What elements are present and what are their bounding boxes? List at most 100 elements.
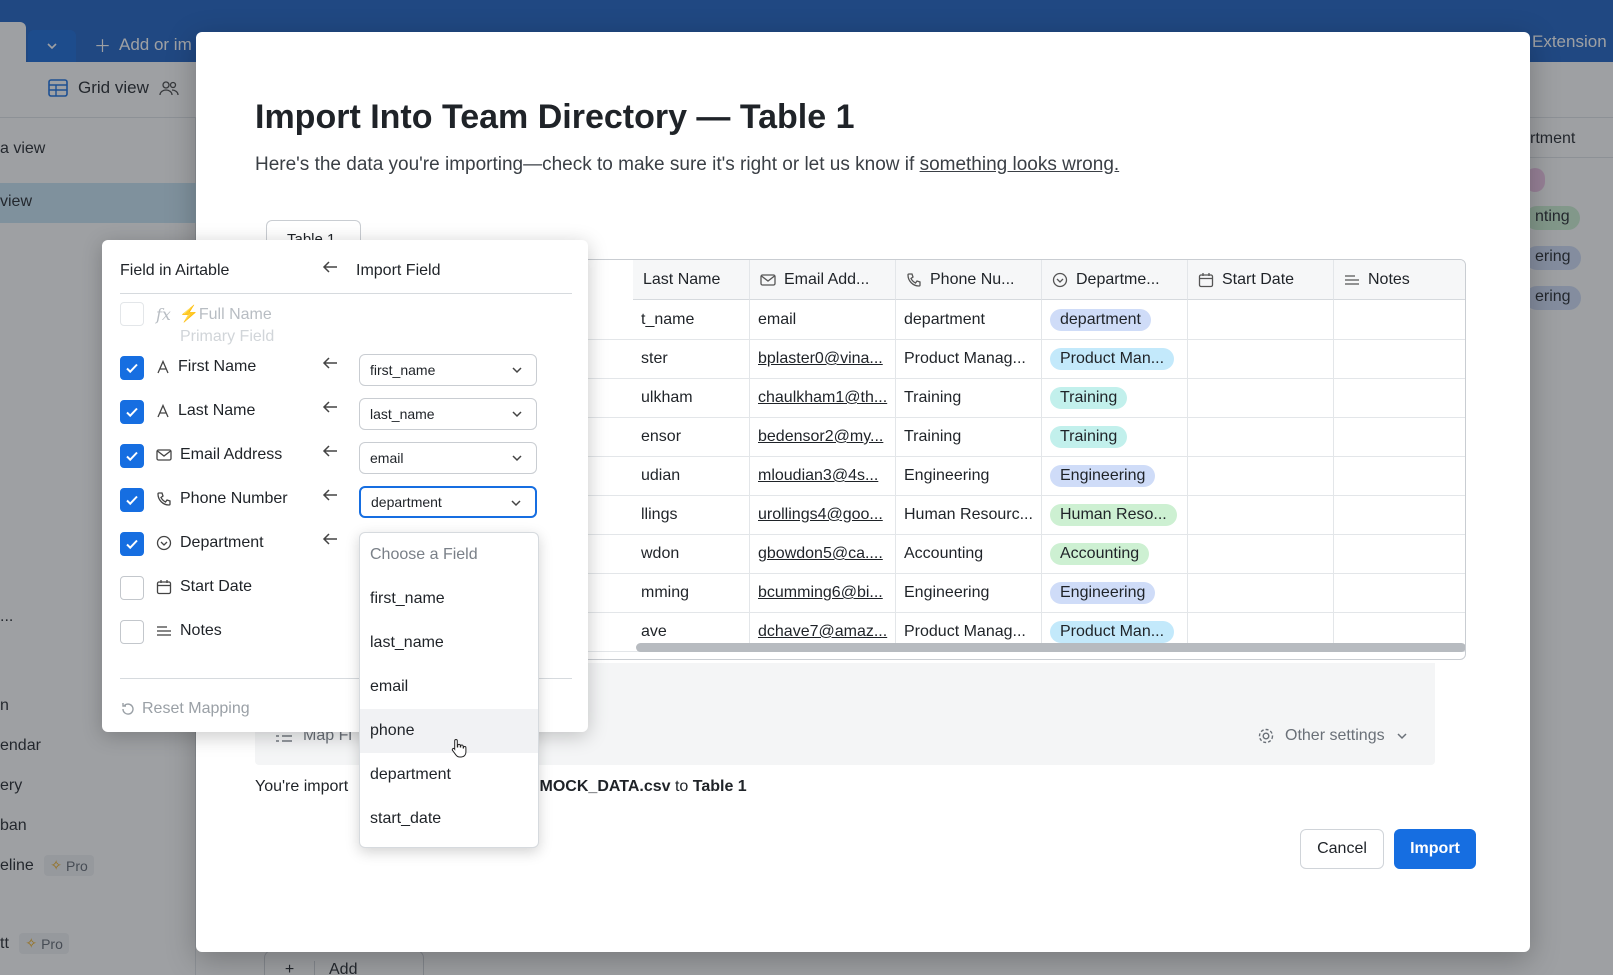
single-select-icon [156, 535, 172, 551]
column-header-email: Email Add... [750, 260, 896, 300]
cell-phone: Product Manag... [896, 339, 1042, 379]
arrow-left-icon [322, 442, 340, 465]
cell-department: Engineering [1042, 573, 1188, 613]
dropdown-option-department[interactable]: department [360, 753, 538, 797]
text-icon [156, 360, 170, 374]
column-header-notes: Notes [1334, 260, 1465, 300]
dropdown-option-start-date[interactable]: start_date [360, 797, 538, 841]
department-tag: Engineering [1050, 465, 1156, 487]
column-header-start-date: Start Date [1188, 260, 1334, 300]
reset-mapping-label: Reset Mapping [142, 700, 250, 717]
first-name-checkbox[interactable] [120, 356, 144, 380]
column-header-department: Departme... [1042, 260, 1188, 300]
cell-email: bplaster0@vina... [750, 339, 896, 379]
chevron-down-icon [510, 407, 524, 424]
last-name-checkbox[interactable] [120, 400, 144, 424]
cell-email: chaulkham1@th... [750, 378, 896, 418]
dropdown-option-last-name[interactable]: last_name [360, 621, 538, 665]
long-text-icon [156, 624, 172, 638]
field-label: First Name [178, 358, 257, 375]
dropdown-option-first-name[interactable]: first_name [360, 577, 538, 621]
cell-phone: Human Resourc... [896, 495, 1042, 535]
cell-email: email [750, 300, 896, 340]
cell-start-date [1188, 300, 1334, 340]
cell-department: Product Man... [1042, 339, 1188, 379]
import-summary-to: to [670, 778, 693, 795]
horizontal-scrollbar[interactable] [636, 643, 1465, 652]
airtable-field: First Name [156, 358, 256, 376]
mail-icon [760, 273, 776, 286]
last-name-import-select[interactable]: last_name [359, 398, 537, 430]
arrow-left-icon [322, 398, 340, 421]
department-tag: Training [1050, 426, 1128, 448]
import-target-table: Table 1 [692, 778, 747, 795]
reset-icon [122, 703, 134, 715]
field-label: Notes [180, 622, 222, 639]
text-icon [156, 404, 170, 418]
report-problem-link[interactable]: something looks wrong. [920, 154, 1120, 175]
primary-field-label: ⚡Full Name [178, 306, 272, 323]
import-button[interactable]: Import [1394, 829, 1476, 869]
field-label: Start Date [180, 578, 253, 595]
airtable-field: Phone Number [156, 490, 288, 508]
dropdown-placeholder: Choose a Field [370, 546, 478, 563]
page-title: Import Into Team Directory — Table 1 [255, 98, 855, 136]
dropdown-option-email[interactable]: email [360, 665, 538, 709]
cell-last-name: udian [633, 456, 750, 496]
email-address-import-select[interactable]: email [359, 442, 537, 474]
hand-cursor-icon [451, 738, 467, 758]
cell-phone: Engineering [896, 573, 1042, 613]
cell-last-name: ensor [633, 417, 750, 457]
mapping-header-import: Import Field [356, 262, 441, 279]
department-tag: Product Man... [1050, 348, 1175, 370]
formula-icon: fx [156, 304, 171, 324]
email-address-checkbox[interactable] [120, 444, 144, 468]
start-date-checkbox[interactable] [120, 576, 144, 600]
cell-phone: Training [896, 417, 1042, 457]
cell-notes [1334, 378, 1465, 418]
mapping-header: Field in Airtable Import Field [120, 261, 572, 294]
select-value: last_name [370, 406, 435, 422]
department-tag: Training [1050, 387, 1128, 409]
select-value: email [370, 450, 404, 466]
cell-email: urollings4@goo... [750, 495, 896, 535]
phone-number-import-select[interactable]: department [359, 486, 537, 518]
cell-last-name: ulkham [633, 378, 750, 418]
dropdown-option-phone[interactable]: phone [360, 709, 538, 753]
primary-field-note: Primary Field [180, 328, 275, 345]
cell-phone: Engineering [896, 456, 1042, 496]
cell-email: bedensor2@my... [750, 417, 896, 457]
department-tag: Accounting [1050, 543, 1150, 565]
first-name-import-select[interactable]: first_name [359, 354, 537, 386]
subtitle-text: Here's the data you're importing—check t… [255, 154, 920, 175]
other-settings-label: Other settings [1285, 727, 1385, 744]
phone-icon [907, 272, 921, 287]
arrow-left-icon [322, 354, 340, 377]
department-tag: Product Man... [1050, 621, 1175, 643]
cell-last-name: wdon [633, 534, 750, 574]
column-header-phone: Phone Nu... [896, 260, 1042, 300]
cell-notes [1334, 495, 1465, 535]
cancel-button[interactable]: Cancel [1300, 829, 1384, 869]
column-header-label: Departme... [1076, 270, 1160, 288]
airtable-field: Department [156, 534, 264, 552]
mapping-header-airtable: Field in Airtable [120, 262, 230, 279]
cell-last-name: ster [633, 339, 750, 379]
cell-start-date [1188, 534, 1334, 574]
chevron-down-icon [510, 451, 524, 468]
phone-number-checkbox[interactable] [120, 488, 144, 512]
chevron-down-icon [1397, 733, 1407, 740]
notes-checkbox[interactable] [120, 620, 144, 644]
cell-department: Accounting [1042, 534, 1188, 574]
department-checkbox[interactable] [120, 532, 144, 556]
cell-notes [1334, 456, 1465, 496]
reset-mapping-button[interactable]: Reset Mapping [120, 700, 250, 718]
cell-notes [1334, 573, 1465, 613]
department-tag: Human Reso... [1050, 504, 1177, 526]
other-settings-button[interactable]: Other settings [1257, 727, 1409, 745]
cell-phone: Accounting [896, 534, 1042, 574]
long-text-icon [1345, 274, 1359, 285]
department-tag: department [1050, 309, 1151, 331]
arrow-left-icon [322, 261, 337, 273]
airtable-field: Last Name [156, 402, 255, 420]
